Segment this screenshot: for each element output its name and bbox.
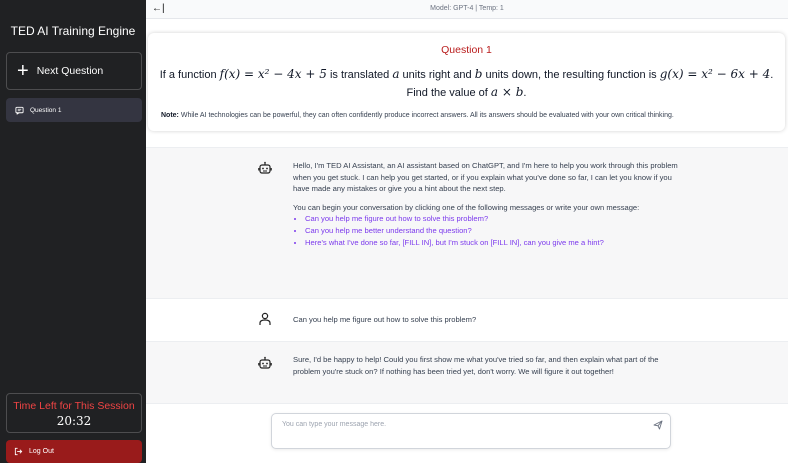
question-text: units right and — [399, 69, 475, 81]
app-title: TED AI Training Engine — [10, 24, 136, 38]
question-title: Question 1 — [441, 44, 492, 56]
question-text: Find the value of — [406, 87, 491, 99]
user-message-text: Can you help me figure out how to solve … — [293, 315, 477, 324]
question-text-line-2: Find the value of a × b. — [148, 85, 785, 99]
suggestion-list: Can you help me figure out how to solve … — [293, 213, 688, 248]
next-question-label: Next Question — [36, 65, 104, 77]
next-question-button[interactable]: + Next Question — [6, 52, 142, 90]
message-paragraph: You can begin your conversation by click… — [293, 202, 640, 212]
sidebar-item-label: Question 1 — [30, 106, 62, 114]
question-text: is translated — [326, 69, 393, 81]
session-timer: Time Left for This Session 20:32 — [6, 393, 142, 433]
message-composer — [271, 413, 671, 449]
logout-label: Log Out — [29, 448, 54, 455]
message-paragraph: Hello, I'm TED AI Assistant, an AI assis… — [293, 161, 678, 194]
robot-icon — [258, 161, 272, 174]
message-input[interactable] — [280, 420, 644, 429]
user-message: Can you help me figure out how to solve … — [146, 299, 788, 341]
question-text: If a function — [159, 69, 220, 81]
question-text: . — [770, 69, 774, 81]
timer-value: 20:32 — [56, 414, 92, 428]
note-text: While AI technologies can be powerful, t… — [178, 112, 674, 119]
top-bar: ←| Model: GPT-4 | Temp: 1 — [146, 0, 788, 19]
note-label: Note: — [161, 112, 179, 119]
function-g-expression: g(x) = x² − 6x + 4 — [659, 67, 771, 81]
suggestion-link[interactable]: Can you help me figure out how to solve … — [305, 213, 688, 225]
chat-thread: Hello, I'm TED AI Assistant, an AI assis… — [146, 147, 788, 404]
model-info: Model: GPT-4 | Temp: 1 — [430, 5, 504, 12]
robot-icon — [258, 356, 272, 369]
question-text: units down, the resulting function is — [482, 69, 660, 81]
question-text: . — [523, 87, 527, 99]
sidebar-item-question-1[interactable]: Question 1 — [6, 98, 142, 122]
sidebar: TED AI Training Engine + Next Question Q… — [0, 0, 146, 463]
main-panel: ←| Model: GPT-4 | Temp: 1 Question 1 If … — [146, 0, 788, 463]
assistant-message-text: Sure, I'd be happy to help! Could you fi… — [293, 355, 659, 376]
assistant-message: Hello, I'm TED AI Assistant, an AI assis… — [146, 147, 788, 299]
suggestion-link[interactable]: Can you help me better understand the qu… — [305, 225, 688, 237]
question-text-line-1: If a function f(x) = x² − 4x + 5 is tran… — [148, 67, 785, 81]
chat-icon — [15, 106, 24, 115]
send-icon[interactable] — [653, 420, 663, 430]
assistant-message: Sure, I'd be happy to help! Could you fi… — [146, 341, 788, 404]
plus-icon: + — [17, 60, 29, 82]
suggestion-link[interactable]: Here's what I've done so far, [FILL IN],… — [305, 237, 688, 249]
user-icon — [259, 312, 271, 325]
function-f-expression: f(x) = x² − 4x + 5 — [219, 67, 327, 81]
product-expression: a × b — [490, 85, 524, 99]
assistant-message-text: Hello, I'm TED AI Assistant, an AI assis… — [293, 160, 688, 248]
logout-icon — [14, 447, 23, 456]
ai-disclaimer-note: Note: While AI technologies can be power… — [161, 112, 781, 119]
question-card: Question 1 If a function f(x) = x² − 4x … — [148, 33, 785, 131]
logout-button[interactable]: Log Out — [6, 440, 142, 463]
timer-label: Time Left for This Session — [13, 400, 135, 412]
